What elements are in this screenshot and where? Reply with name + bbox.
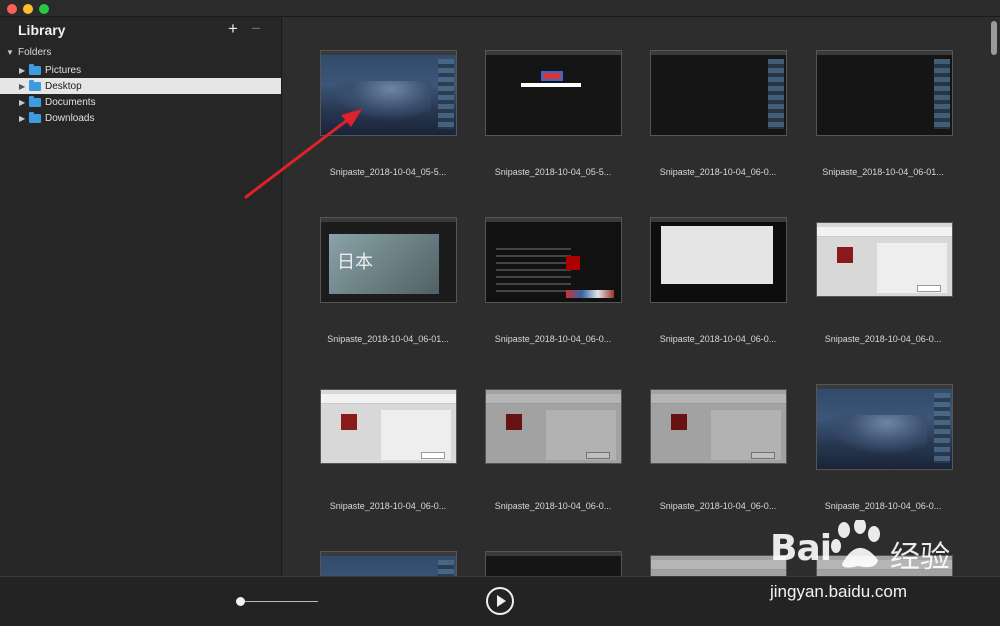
paw-logo-icon [831,520,880,568]
thumbnail[interactable]: 日本 [320,217,457,303]
thumbnail-caption: Snipaste_2018-10-04_05-5... [329,167,447,177]
thumbnail-grid: Snipaste_2018-10-04_05-5... Snipaste_201… [283,17,1000,576]
thumbnail-size-slider[interactable] [238,601,318,602]
title-bar [0,0,1000,17]
watermark-url: jingyan.baidu.com [770,582,908,601]
sidebar: Library + − ▼ Folders ▶ Pictures ▶ Deskt… [0,17,282,576]
folder-icon [29,95,41,107]
minimize-icon[interactable] [23,4,33,14]
watermark-brand-cn: 经验 [890,541,950,574]
add-folder-button[interactable]: + [228,20,238,37]
thumbnail-caption: Snipaste_2018-10-04_06-0... [494,334,612,344]
sidebar-item-label: Documents [45,96,96,108]
thumbnail[interactable] [816,50,953,136]
tree-root-label: Folders [18,47,52,58]
zoom-icon[interactable] [39,4,49,14]
thumbnail-caption: Snipaste_2018-10-04_06-0... [824,501,942,511]
thumbnail-caption: Snipaste_2018-10-04_06-0... [659,501,777,511]
thumbnail[interactable] [816,384,953,470]
slider-knob[interactable] [236,597,245,606]
disclosure-right-icon[interactable]: ▶ [19,114,29,123]
thumbnail-caption: Snipaste_2018-10-04_06-01... [327,334,449,344]
thumbnail[interactable] [650,50,787,136]
thumbnail[interactable] [650,389,787,464]
thumbnail[interactable] [320,389,457,464]
sidebar-item-desktop[interactable]: ▶ Desktop [0,78,281,94]
thumbnail-caption: Snipaste_2018-10-04_06-0... [659,167,777,177]
thumbnail-caption: Snipaste_2018-10-04_06-0... [494,501,612,511]
thumbnail[interactable] [485,389,622,464]
thumbnail[interactable] [320,551,457,576]
folder-icon [29,79,41,91]
thumbnail[interactable] [320,50,457,136]
sidebar-item-pictures[interactable]: ▶ Pictures [0,62,281,78]
folder-icon [29,111,41,123]
disclosure-right-icon[interactable]: ▶ [19,66,29,75]
sidebar-item-label: Desktop [45,80,82,92]
sidebar-item-downloads[interactable]: ▶ Downloads [0,110,281,126]
baidu-watermark: Bai 经验 jingyan.baidu.com [770,518,990,618]
remove-folder-button[interactable]: − [251,20,261,37]
thumbnail[interactable] [485,551,622,576]
thumbnail-caption: Snipaste_2018-10-04_06-0... [659,334,777,344]
thumbnail[interactable] [485,50,622,136]
play-icon[interactable] [486,587,514,615]
thumbnail-caption: Snipaste_2018-10-04_06-0... [329,501,447,511]
sidebar-item-documents[interactable]: ▶ Documents [0,94,281,110]
disclosure-right-icon[interactable]: ▶ [19,82,29,91]
sidebar-title: Library [18,22,66,38]
thumbnail[interactable] [650,555,787,576]
thumbnail[interactable] [816,222,953,297]
app-window: Library + − ▼ Folders ▶ Pictures ▶ Deskt… [0,0,1000,626]
disclosure-right-icon[interactable]: ▶ [19,98,29,107]
watermark-brand: Bai [770,528,832,569]
tree-root-folders[interactable]: ▼ Folders [6,47,51,58]
vertical-scrollbar[interactable] [991,21,997,55]
disclosure-down-icon[interactable]: ▼ [6,48,18,57]
sidebar-item-label: Downloads [45,112,95,124]
folder-icon [29,63,41,75]
sidebar-item-label: Pictures [45,64,82,76]
thumbnail[interactable] [650,217,787,303]
close-icon[interactable] [7,4,17,14]
thumbnail[interactable] [485,217,622,303]
thumbnail-caption: Snipaste_2018-10-04_06-01... [822,167,944,177]
thumbnail-caption: Snipaste_2018-10-04_05-5... [494,167,612,177]
thumbnail-caption: Snipaste_2018-10-04_06-0... [824,334,942,344]
